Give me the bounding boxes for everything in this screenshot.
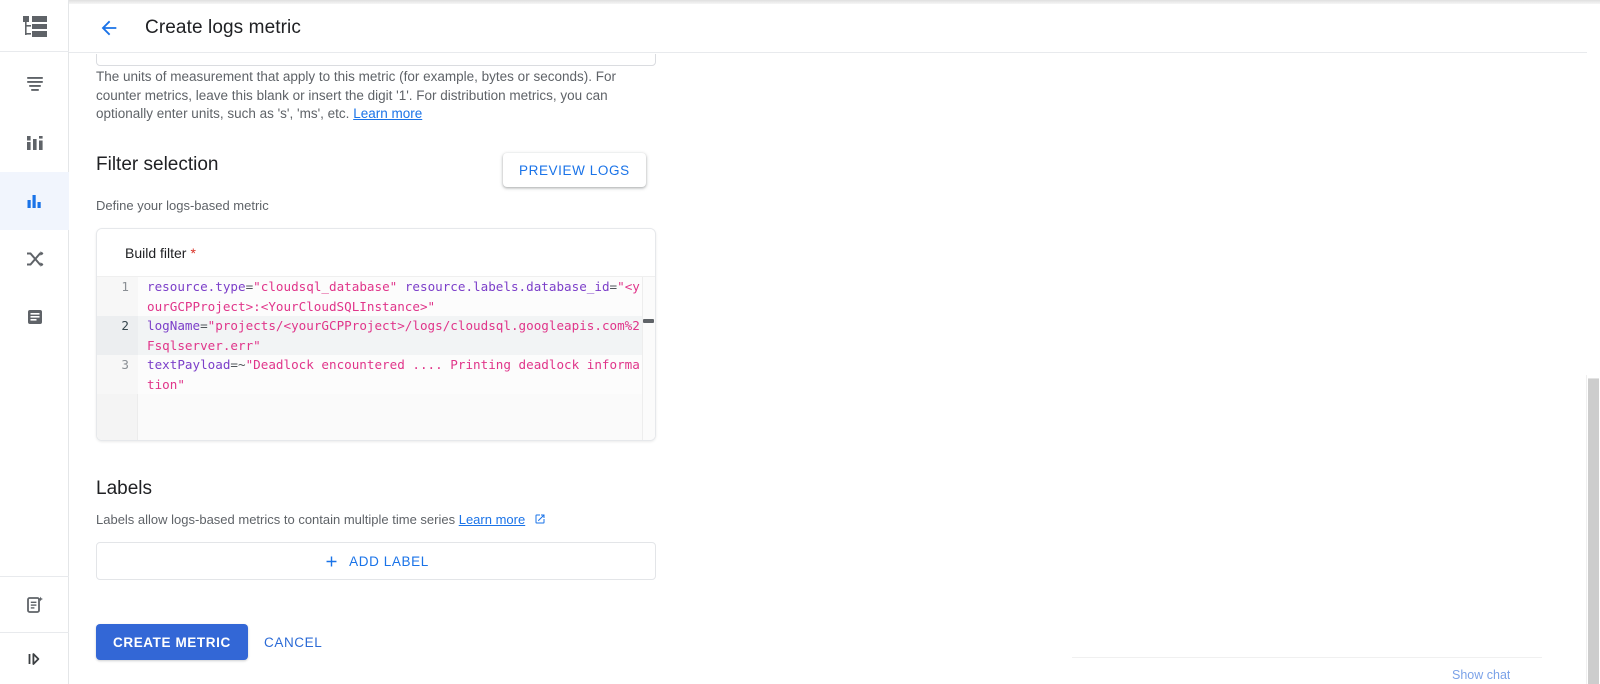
units-input[interactable]	[96, 54, 656, 66]
log-storage-icon	[26, 136, 43, 150]
code-token-key: logName	[147, 318, 201, 333]
add-label-text: ADD LABEL	[349, 553, 429, 569]
build-filter-card: Build filter * 1 resource.type = "cloudsql_d…	[96, 228, 656, 441]
units-helper-text: The units of measurement that apply to t…	[96, 68, 624, 124]
log-analytics-icon	[27, 310, 42, 324]
labels-subtitle: Labels allow logs-based metrics to conta…	[96, 512, 546, 527]
filter-selection-subtitle: Define your logs-based metric	[96, 198, 269, 213]
editor-line-number: 3	[97, 355, 138, 394]
back-arrow-icon	[101, 20, 117, 36]
sidebar-item-logs-explorer[interactable]	[0, 52, 69, 114]
page-title: Create logs metric	[145, 17, 301, 38]
sidebar-item-logs-router[interactable]	[0, 230, 69, 288]
back-button[interactable]	[91, 10, 127, 46]
hierarchy-logo-icon[interactable]	[0, 0, 69, 52]
sidebar-item-log-analytics[interactable]	[0, 288, 69, 346]
required-marker: *	[190, 244, 196, 261]
editor-scroll-thumb[interactable]	[643, 319, 654, 323]
code-token-str: "projects/<yourGCPProject>/logs/cloudsql…	[147, 318, 640, 353]
labels-subtitle-body: Labels allow logs-based metrics to conta…	[96, 512, 459, 527]
footer-divider	[1072, 657, 1542, 658]
sidebar-item-create-metric-shortcut[interactable]	[0, 576, 69, 632]
editor-vertical-scrollbar[interactable]	[642, 277, 655, 440]
code-token-op: =	[609, 279, 618, 294]
preview-logs-label: PREVIEW LOGS	[519, 162, 630, 178]
build-filter-header: Build filter *	[97, 229, 655, 276]
code-token-op: =~	[230, 357, 246, 372]
rail-bottom-group	[0, 576, 69, 684]
labels-learn-more-link[interactable]: Learn more	[459, 512, 525, 527]
expand-panel-icon	[28, 652, 39, 665]
page-scrollbar[interactable]	[1587, 4, 1600, 684]
create-metric-label: CREATE METRIC	[113, 634, 231, 650]
editor-line-number: 1	[97, 277, 138, 316]
external-link-icon[interactable]	[534, 513, 546, 525]
page-header: Create logs metric	[69, 4, 1600, 53]
sidebar-item-log-storage[interactable]	[0, 114, 69, 172]
code-token-str: "cloudsql_database"	[253, 279, 398, 294]
build-filter-label: Build filter	[125, 244, 187, 261]
units-learn-more-link[interactable]: Learn more	[353, 106, 422, 121]
logs-metrics-icon	[27, 195, 41, 208]
editor-line[interactable]: 2 logName="projects/<yourGCPProject>/logs…	[97, 316, 655, 355]
show-chat-link[interactable]: Show chat	[1452, 668, 1510, 684]
add-label-button[interactable]: ADD LABEL	[96, 542, 656, 580]
editor-line[interactable]: 3 textPayload=~"Deadlock encountered ....…	[97, 355, 655, 394]
code-token-key: resource.type	[147, 279, 246, 294]
editor-line-code[interactable]: resource.type = "cloudsql_database" resour…	[138, 277, 655, 316]
code-token-key: resource.labels.database_id	[397, 279, 610, 294]
create-metric-button[interactable]: CREATE METRIC	[96, 624, 248, 660]
code-token-key: textPayload	[147, 357, 231, 372]
plus-icon	[326, 556, 337, 566]
left-icon-rail	[0, 0, 69, 684]
editor-line[interactable]: 1 resource.type = "cloudsql_database" resou…	[97, 277, 655, 316]
hierarchy-logo-glyph	[22, 15, 47, 37]
code-token-op: =	[200, 318, 208, 333]
rail-item-group	[0, 52, 69, 346]
filter-code-editor[interactable]: 1 resource.type = "cloudsql_database" resou…	[97, 276, 655, 440]
labels-heading: Labels	[96, 478, 152, 499]
sidebar-item-logs-metrics[interactable]	[0, 172, 69, 230]
main-content-scroll: The units of measurement that apply to t…	[69, 54, 1600, 684]
editor-code-lines[interactable]: 1 resource.type = "cloudsql_database" resou…	[97, 277, 655, 394]
expand-panel-button[interactable]	[0, 632, 69, 684]
filter-selection-heading: Filter selection	[96, 154, 219, 175]
editor-line-code[interactable]: logName="projects/<yourGCPProject>/logs/…	[138, 316, 655, 355]
cancel-button[interactable]: CANCEL	[255, 624, 331, 660]
create-metric-icon	[26, 596, 43, 613]
logs-router-icon	[26, 251, 43, 267]
logs-list-icon	[26, 77, 43, 91]
page-scrollbar-thumb[interactable]	[1588, 378, 1599, 684]
cancel-label: CANCEL	[264, 634, 323, 650]
editor-line-number: 2	[97, 316, 138, 355]
editor-line-code[interactable]: textPayload=~"Deadlock encountered .... …	[138, 355, 655, 394]
preview-logs-button[interactable]: PREVIEW LOGS	[503, 153, 646, 187]
